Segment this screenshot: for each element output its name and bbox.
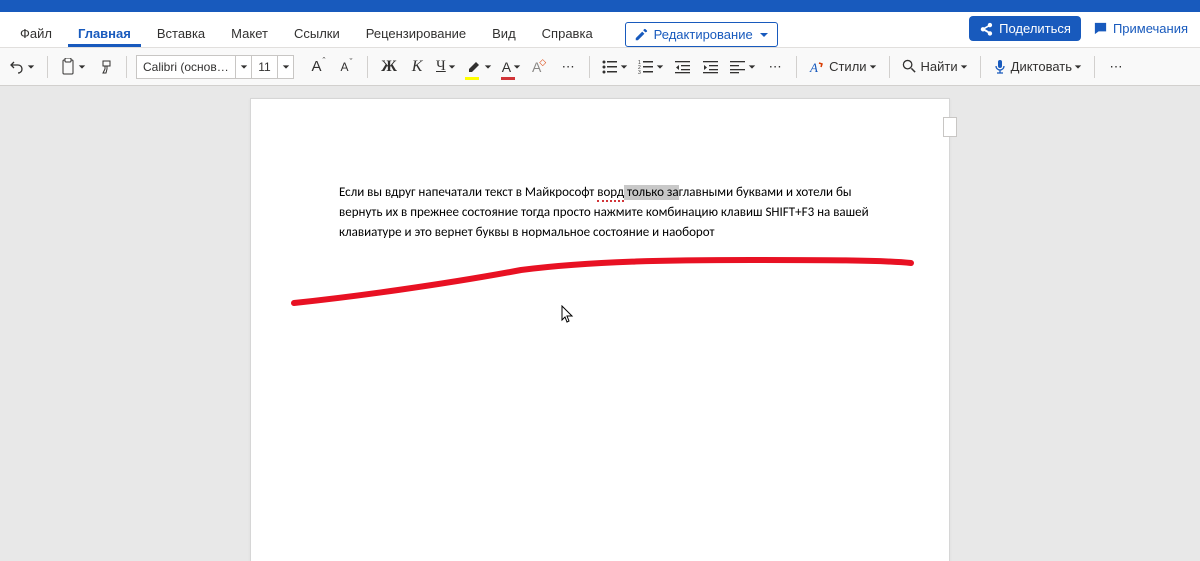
dictate-button[interactable]: Диктовать xyxy=(990,53,1085,81)
chevron-down-icon xyxy=(27,63,35,71)
paste-button[interactable] xyxy=(57,53,89,81)
clear-formatting-button[interactable]: A◇ xyxy=(528,53,552,81)
mouse-cursor-icon xyxy=(561,305,575,323)
chevron-down-icon xyxy=(869,63,877,71)
numbering-button[interactable]: 123 xyxy=(635,53,667,81)
font-size-field[interactable]: 11 xyxy=(251,56,277,78)
chevron-down-icon xyxy=(282,63,290,71)
undo-button[interactable] xyxy=(6,53,38,81)
chevron-down-icon xyxy=(656,63,664,71)
pencil-icon xyxy=(634,28,648,42)
tab-file[interactable]: Файл xyxy=(10,18,62,47)
bold-button[interactable]: Ж xyxy=(377,53,401,81)
brush-icon xyxy=(97,59,113,75)
comment-icon xyxy=(1093,21,1108,36)
styles-label: Стили xyxy=(829,59,866,74)
decrease-indent-button[interactable] xyxy=(671,53,695,81)
tab-help[interactable]: Справка xyxy=(532,18,603,47)
annotation-stroke xyxy=(291,257,921,307)
separator xyxy=(367,56,368,78)
highlight-color-swatch xyxy=(465,77,479,80)
find-label: Найти xyxy=(921,59,958,74)
comments-button[interactable]: Примечания xyxy=(1087,16,1194,41)
chevron-down-icon xyxy=(240,63,248,71)
svg-text:A: A xyxy=(809,60,818,75)
separator xyxy=(796,56,797,78)
chevron-down-icon xyxy=(484,63,492,71)
document-paragraph[interactable]: Если вы вдруг напечатали текст в Майкрос… xyxy=(339,183,879,243)
indent-icon xyxy=(703,60,719,74)
text-run: Если вы вдруг напечатали текст в Майкрос… xyxy=(339,185,597,200)
more-paragraph-button[interactable]: ⋯ xyxy=(763,53,787,81)
chevron-down-icon xyxy=(1074,63,1082,71)
separator xyxy=(47,56,48,78)
tab-view[interactable]: Вид xyxy=(482,18,526,47)
numbering-icon: 123 xyxy=(638,60,654,74)
share-label: Поделиться xyxy=(999,21,1071,36)
find-button[interactable]: Найти xyxy=(899,53,971,81)
styles-icon: A xyxy=(809,59,825,75)
chevron-down-icon xyxy=(448,63,456,71)
highlighter-icon xyxy=(466,59,482,75)
chevron-down-icon xyxy=(620,63,628,71)
editing-mode-label: Редактирование xyxy=(654,27,753,42)
share-button[interactable]: Поделиться xyxy=(969,16,1081,41)
italic-button[interactable]: К xyxy=(405,53,429,81)
separator xyxy=(889,56,890,78)
styles-button[interactable]: A Стили xyxy=(806,53,879,81)
dictate-label: Диктовать xyxy=(1011,59,1072,74)
tab-layout[interactable]: Макет xyxy=(221,18,278,47)
document-canvas: Если вы вдруг напечатали текст в Майкрос… xyxy=(0,86,1200,561)
title-bar xyxy=(0,0,1200,12)
chevron-down-icon xyxy=(78,63,86,71)
chevron-down-icon xyxy=(759,30,769,40)
more-font-button[interactable]: ⋯ xyxy=(556,53,580,81)
svg-text:3: 3 xyxy=(638,70,641,74)
share-icon xyxy=(979,22,993,36)
separator xyxy=(589,56,590,78)
separator xyxy=(126,56,127,78)
underline-button[interactable]: Ч xyxy=(433,53,459,81)
highlight-button[interactable] xyxy=(463,53,495,81)
font-name-field[interactable]: Calibri (основн… xyxy=(137,60,235,74)
bullets-button[interactable] xyxy=(599,53,631,81)
more-commands-button[interactable]: ⋯ xyxy=(1104,53,1128,81)
search-icon xyxy=(902,59,917,74)
microphone-icon xyxy=(993,59,1007,75)
align-button[interactable] xyxy=(727,53,759,81)
chevron-down-icon xyxy=(748,63,756,71)
text-selection: только за xyxy=(624,185,679,200)
increase-indent-button[interactable] xyxy=(699,53,723,81)
font-color-swatch xyxy=(501,77,515,80)
font-size-dropdown[interactable] xyxy=(277,56,293,78)
bullets-icon xyxy=(602,60,618,74)
format-painter-button[interactable] xyxy=(93,53,117,81)
font-name-dropdown[interactable] xyxy=(235,56,251,78)
tab-review[interactable]: Рецензирование xyxy=(356,18,476,47)
editing-mode-dropdown[interactable]: Редактирование xyxy=(625,22,778,47)
chevron-down-icon xyxy=(513,63,521,71)
clipboard-icon xyxy=(60,58,76,76)
comment-marker[interactable] xyxy=(943,117,957,137)
font-selector[interactable]: Calibri (основн… 11 xyxy=(136,55,294,79)
align-left-icon xyxy=(730,60,746,74)
outdent-icon xyxy=(675,60,691,74)
font-color-button[interactable]: A xyxy=(499,53,524,81)
grow-font-button[interactable]: Aˆ xyxy=(306,53,330,81)
separator xyxy=(1094,56,1095,78)
undo-icon xyxy=(9,59,25,75)
tab-references[interactable]: Ссылки xyxy=(284,18,350,47)
tab-home[interactable]: Главная xyxy=(68,18,141,47)
ribbon-toolbar: Calibri (основн… 11 Aˆ Aˇ Ж К Ч A A◇ ⋯ 1… xyxy=(0,48,1200,86)
comments-label: Примечания xyxy=(1113,21,1188,36)
ribbon-tabs: Файл Главная Вставка Макет Ссылки Реценз… xyxy=(0,12,1200,48)
document-page[interactable]: Если вы вдруг напечатали текст в Майкрос… xyxy=(250,98,950,561)
chevron-down-icon xyxy=(960,63,968,71)
separator xyxy=(980,56,981,78)
spell-error-run: ворд xyxy=(597,185,624,202)
shrink-font-button[interactable]: Aˇ xyxy=(334,53,358,81)
tab-insert[interactable]: Вставка xyxy=(147,18,215,47)
